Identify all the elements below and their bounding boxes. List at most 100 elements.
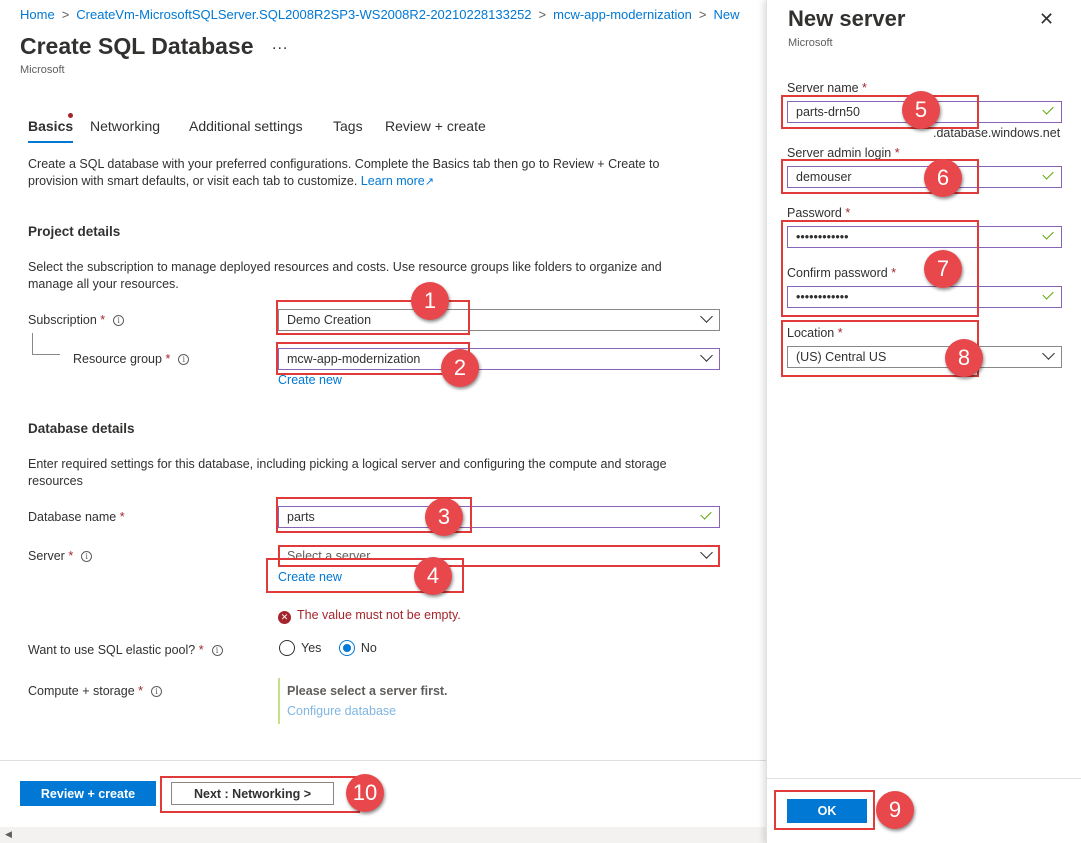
admin-login-label: Server admin login *: [787, 146, 900, 160]
tab-error-dot-icon: [68, 113, 73, 118]
required-mark: *: [845, 206, 851, 220]
info-icon[interactable]: i: [211, 645, 223, 656]
compute-notice-bar: [278, 678, 280, 724]
server-error-message: ✕ The value must not be empty.: [278, 608, 461, 624]
breadcrumb-new[interactable]: New: [713, 7, 739, 22]
elastic-pool-label-text: Want to use SQL elastic pool?: [28, 643, 196, 657]
callout-badge: 1: [411, 282, 449, 320]
required-mark: *: [68, 549, 74, 563]
project-details-description: Select the subscription to manage deploy…: [28, 260, 662, 291]
elastic-pool-yes-label: Yes: [301, 641, 322, 655]
elastic-pool-no-radio[interactable]: [338, 640, 355, 656]
required-mark: *: [862, 81, 867, 95]
resource-group-label-text: Resource group: [73, 352, 162, 366]
panel-title: New server: [788, 6, 906, 31]
tree-connector: [32, 333, 60, 355]
breadcrumb: Home > CreateVm-MicrosoftSQLServer.SQL2008…: [20, 7, 765, 22]
breadcrumb-home[interactable]: Home: [20, 7, 55, 22]
elastic-pool-yes-radio[interactable]: [279, 640, 295, 656]
create-new-resource-group-link[interactable]: Create new: [278, 373, 342, 387]
chevron-down-icon: [1042, 347, 1055, 360]
server-label: Server * i: [28, 549, 93, 563]
subscription-label: Subscription * i: [28, 313, 125, 327]
elastic-pool-label: Want to use SQL elastic pool? * i: [28, 643, 223, 657]
horizontal-scrollbar[interactable]: [0, 827, 766, 843]
callout-badge: 5: [902, 91, 940, 129]
compute-storage-label: Compute + storage * i: [28, 684, 163, 698]
page-subtitle: Microsoft: [20, 64, 65, 76]
intro-text: Create a SQL database with your preferre…: [28, 156, 708, 191]
tab-additional-settings[interactable]: Additional settings: [189, 118, 303, 134]
database-details-description: Enter required settings for this databas…: [28, 457, 667, 488]
configure-database-link: Configure database: [287, 704, 397, 718]
compute-notice-text: Please select a server first.: [287, 684, 448, 698]
elastic-pool-no-label: No: [360, 641, 377, 655]
footer-divider: [0, 760, 766, 761]
close-icon[interactable]: ✕: [1039, 9, 1054, 30]
breadcrumb-separator-icon: >: [538, 7, 547, 22]
tab-review-create[interactable]: Review + create: [385, 118, 486, 134]
callout-badge: 3: [425, 498, 463, 536]
callout-badge: 10: [346, 774, 384, 812]
intro-description: Create a SQL database with your preferre…: [28, 157, 660, 188]
resource-group-label: Resource group * i: [73, 352, 190, 366]
required-mark: *: [138, 684, 144, 698]
required-mark: *: [894, 146, 900, 160]
callout-badge: 9: [876, 791, 914, 829]
info-icon[interactable]: i: [178, 354, 190, 365]
checkmark-icon: [1042, 288, 1054, 300]
password-label-text: Password: [787, 206, 842, 220]
callout-badge: 8: [945, 339, 983, 377]
database-details-heading: Database details: [28, 421, 135, 436]
required-mark: *: [100, 313, 106, 327]
chevron-down-icon: [700, 310, 713, 323]
callout-box-ok: [774, 790, 875, 830]
callout-badge: 2: [441, 349, 479, 387]
page-title: Create SQL Database: [20, 33, 254, 59]
panel-subtitle: Microsoft: [788, 37, 833, 49]
review-create-button[interactable]: Review + create: [20, 781, 156, 806]
callout-box-next: [160, 776, 360, 813]
more-options-icon[interactable]: ...: [272, 36, 288, 54]
subscription-label-text: Subscription: [28, 313, 97, 327]
tab-basics[interactable]: Basics: [28, 118, 74, 143]
info-icon[interactable]: i: [113, 315, 125, 326]
checkmark-icon: [1042, 103, 1054, 115]
breadcrumb-resource-group[interactable]: mcw-app-modernization: [553, 7, 692, 22]
callout-badge: 6: [924, 159, 962, 197]
scroll-left-icon[interactable]: ◀: [5, 829, 12, 840]
project-details-heading: Project details: [28, 224, 121, 239]
breadcrumb-separator-icon: >: [61, 7, 70, 22]
required-mark: *: [119, 510, 125, 524]
database-name-label-text: Database name: [28, 510, 117, 524]
database-name-label: Database name *: [28, 510, 125, 524]
elastic-pool-radio-group: Yes No: [279, 640, 377, 656]
external-link-icon: ↗: [424, 176, 434, 188]
error-icon: ✕: [278, 611, 291, 624]
chevron-down-icon: [700, 349, 713, 362]
server-name-label: Server name *: [787, 81, 867, 95]
admin-login-label-text: Server admin login: [787, 146, 892, 160]
tab-tags[interactable]: Tags: [333, 118, 363, 134]
tab-networking[interactable]: Networking: [90, 118, 160, 134]
password-label: Password *: [787, 206, 850, 220]
server-error-text: The value must not be empty.: [297, 608, 461, 622]
checkmark-icon: [1042, 228, 1054, 240]
checkmark-icon: [700, 508, 712, 520]
compute-storage-label-text: Compute + storage: [28, 684, 135, 698]
callout-badge: 7: [924, 250, 962, 288]
breadcrumb-vm[interactable]: CreateVm-MicrosoftSQLServer.SQL2008R2SP3…: [76, 7, 531, 22]
server-label-text: Server: [28, 549, 65, 563]
learn-more-link[interactable]: Learn more: [361, 174, 425, 188]
breadcrumb-separator-icon: >: [698, 7, 707, 22]
callout-badge: 4: [414, 557, 452, 595]
callout-box-server-name: [781, 95, 979, 129]
callout-box-server: [278, 545, 720, 567]
checkmark-icon: [1042, 168, 1054, 180]
required-mark: *: [198, 643, 204, 657]
create-sql-database-blade: Home > CreateVm-MicrosoftSQLServer.SQL2008…: [0, 0, 766, 843]
info-icon[interactable]: i: [81, 551, 93, 562]
info-icon[interactable]: i: [151, 686, 163, 697]
panel-footer-divider: [767, 778, 1081, 779]
server-name-label-text: Server name: [787, 81, 859, 95]
